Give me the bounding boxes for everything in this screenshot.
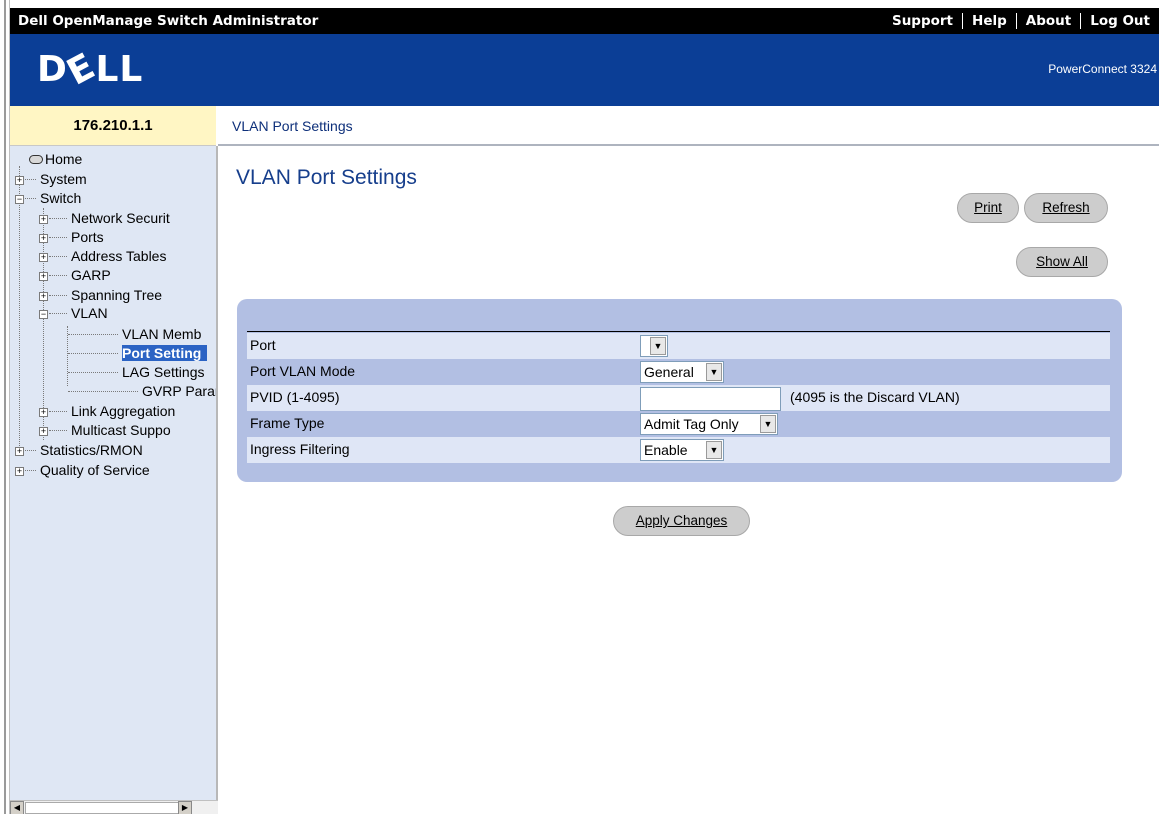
tree-item-label: GARP — [71, 267, 111, 283]
breadcrumb-bar: VLAN Port Settings — [218, 106, 1159, 146]
plus-box-icon: + — [15, 446, 24, 456]
tree-item-label: Switch — [40, 190, 82, 206]
scroll-right-icon[interactable]: ▶ — [178, 801, 192, 814]
port-vlan-mode-row: Port VLAN Mode General ▼ — [247, 359, 1110, 385]
tree-guide-line — [19, 166, 20, 454]
chevron-down-icon[interactable]: ▼ — [650, 337, 666, 355]
tree-item-ports[interactable]: + Ports — [39, 230, 104, 245]
settings-panel: Port ▼ Port VLAN Mode General ▼ PVID (1-… — [237, 299, 1122, 482]
ingress-filtering-select[interactable]: Enable ▼ — [640, 439, 724, 461]
logout-link[interactable]: Log Out — [1081, 12, 1159, 30]
brand-banner: D E LL PowerConnect 3324 — [10, 34, 1159, 106]
tree-item-label: Multicast Suppo — [71, 422, 171, 438]
port-vlan-mode-select[interactable]: General ▼ — [640, 361, 724, 383]
plus-box-icon: + — [39, 271, 48, 281]
tree-item-statistics-rmon[interactable]: + Statistics/RMON — [15, 443, 143, 458]
tree-item-vlan[interactable]: − VLAN — [39, 306, 108, 321]
tree-item-label: VLAN Memb — [122, 326, 202, 342]
help-link[interactable]: Help — [963, 12, 1016, 30]
tree-item-label: GVRP Paran — [142, 383, 218, 399]
page-title: VLAN Port Settings — [236, 166, 417, 189]
tree-item-label: Ports — [71, 229, 104, 245]
port-row: Port ▼ — [247, 333, 1110, 359]
ingress-filtering-value: Enable — [644, 442, 688, 458]
pvid-label: PVID (1-4095) — [250, 389, 340, 405]
minus-box-icon: − — [39, 309, 48, 319]
about-link[interactable]: About — [1017, 12, 1080, 30]
support-link[interactable]: Support — [883, 12, 962, 30]
minus-box-icon: − — [15, 194, 24, 204]
tree-item-label: Quality of Service — [40, 462, 150, 478]
tree-item-vlan-membership[interactable]: VLAN Memb — [68, 327, 201, 342]
chevron-down-icon[interactable]: ▼ — [706, 441, 722, 459]
tree-item-spanning-tree[interactable]: + Spanning Tree — [39, 288, 162, 303]
drive-icon — [29, 155, 43, 164]
tree-item-label: Port Setting — [122, 345, 208, 361]
port-vlan-mode-label: Port VLAN Mode — [250, 363, 356, 379]
horizontal-scrollbar[interactable]: ◀ ▶ — [10, 800, 218, 814]
tree-item-label: VLAN — [71, 305, 108, 321]
frame-type-row: Frame Type Admit Tag Only ▼ — [247, 411, 1110, 437]
show-all-button[interactable]: Show All — [1016, 247, 1108, 277]
window-frame-edge — [0, 0, 10, 814]
frame-type-value: Admit Tag Only — [644, 416, 739, 432]
tree-item-quality-of-service[interactable]: + Quality of Service — [15, 463, 150, 478]
tree-item-switch[interactable]: − Switch — [15, 191, 81, 206]
frame-type-label: Frame Type — [250, 415, 325, 431]
print-button[interactable]: Print — [957, 193, 1019, 223]
navigation-tree: Home + System − Switch + Network Securit + P… — [10, 146, 218, 800]
port-label: Port — [250, 337, 276, 353]
tree-item-garp[interactable]: + GARP — [39, 268, 111, 283]
product-name: PowerConnect 3324 — [1048, 62, 1157, 76]
refresh-button[interactable]: Refresh — [1024, 193, 1108, 223]
plus-box-icon: + — [39, 214, 48, 224]
pvid-hint: (4095 is the Discard VLAN) — [790, 389, 960, 405]
panel-divider — [247, 331, 1110, 332]
tree-item-label: Home — [45, 151, 83, 167]
breadcrumb: VLAN Port Settings — [232, 118, 353, 134]
tree-item-label: LAG Settings — [122, 364, 205, 380]
port-select[interactable]: ▼ — [640, 335, 668, 357]
tree-item-home[interactable]: Home — [29, 152, 82, 167]
tree-item-label: Network Securit — [71, 210, 170, 226]
ingress-filtering-label: Ingress Filtering — [250, 441, 350, 457]
tree-item-address-tables[interactable]: + Address Tables — [39, 249, 166, 264]
apply-changes-button[interactable]: Apply Changes — [613, 506, 750, 536]
plus-box-icon: + — [39, 291, 48, 301]
device-ip: 176.210.1.1 — [10, 106, 216, 146]
plus-box-icon: + — [39, 233, 48, 243]
plus-box-icon: + — [39, 426, 48, 436]
plus-box-icon: + — [15, 175, 24, 185]
frame-type-select[interactable]: Admit Tag Only ▼ — [640, 413, 778, 435]
tree-item-label: Spanning Tree — [71, 287, 163, 303]
top-links: Support Help About Log Out — [883, 8, 1159, 34]
tree-item-label: Address Tables — [71, 248, 167, 264]
tree-item-port-settings[interactable]: Port Setting — [68, 345, 208, 361]
dell-logo: D E LL — [37, 45, 144, 94]
tree-item-label: Statistics/RMON — [40, 442, 143, 458]
tree-item-lag-settings[interactable]: LAG Settings — [68, 365, 205, 380]
tree-item-network-security[interactable]: + Network Securit — [39, 211, 170, 226]
plus-box-icon: + — [39, 407, 48, 417]
tree-item-system[interactable]: + System — [15, 172, 87, 187]
plus-box-icon: + — [39, 252, 48, 262]
title-bar: Dell OpenManage Switch Administrator Sup… — [10, 8, 1159, 34]
chevron-down-icon[interactable]: ▼ — [706, 363, 722, 381]
ingress-filtering-row: Ingress Filtering Enable ▼ — [247, 437, 1110, 463]
tree-item-gvrp-parameters[interactable]: GVRP Paran — [68, 383, 218, 399]
port-vlan-mode-value: General — [644, 364, 694, 380]
plus-box-icon: + — [15, 466, 24, 476]
scrollbar-thumb[interactable] — [25, 802, 180, 814]
tree-item-label: Link Aggregation — [71, 403, 176, 419]
chevron-down-icon[interactable]: ▼ — [760, 415, 776, 433]
scroll-left-icon[interactable]: ◀ — [10, 801, 24, 814]
pvid-row: PVID (1-4095) (4095 is the Discard VLAN) — [247, 385, 1110, 411]
tree-item-label: System — [40, 171, 87, 187]
app-title: Dell OpenManage Switch Administrator — [18, 13, 319, 29]
tree-item-link-aggregation[interactable]: + Link Aggregation — [39, 404, 175, 419]
pvid-input[interactable] — [640, 387, 781, 411]
tree-item-multicast-support[interactable]: + Multicast Suppo — [39, 423, 171, 438]
